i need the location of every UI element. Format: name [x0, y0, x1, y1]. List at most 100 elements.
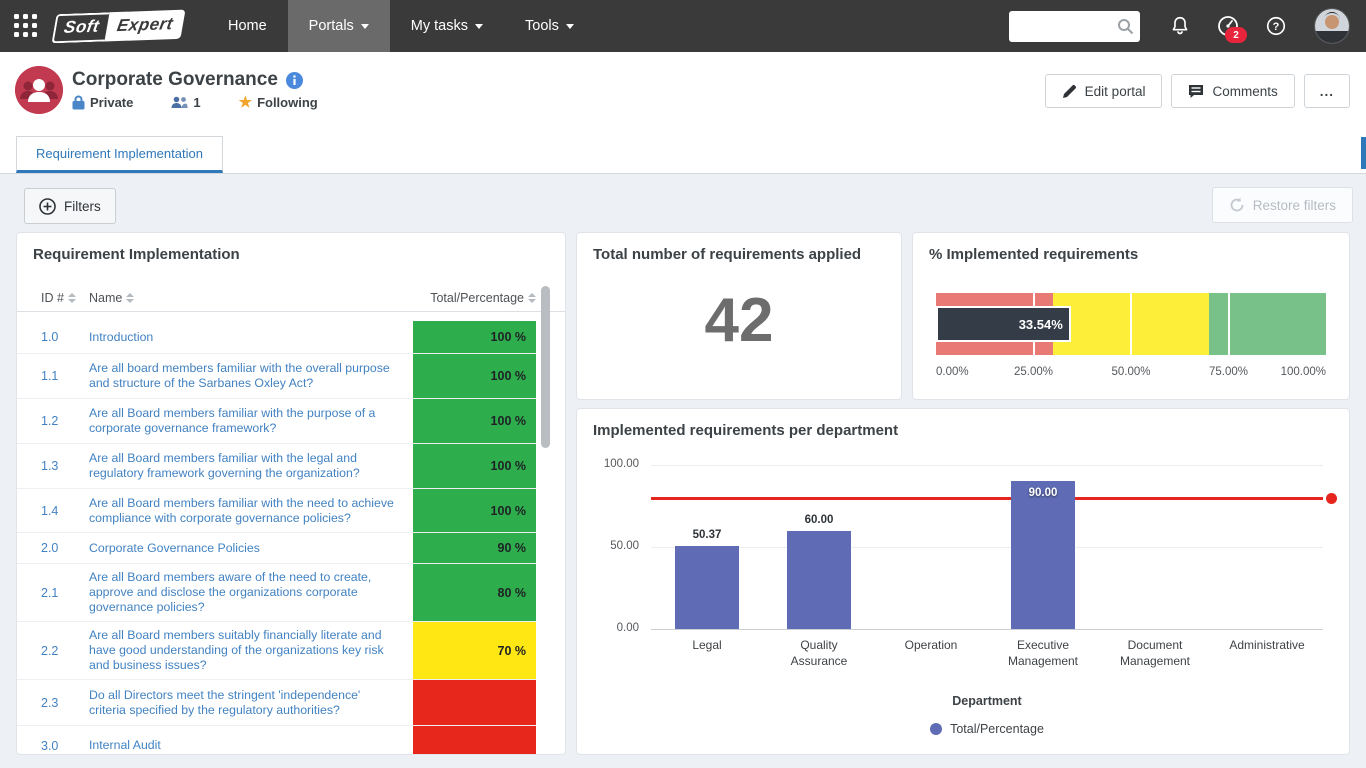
nav-item-tools[interactable]: Tools — [504, 0, 595, 52]
row-name-link[interactable]: Do all Directors meet the stringent 'ind… — [89, 683, 413, 723]
bullet-tick-label: 25.00% — [1014, 366, 1053, 378]
page-title: Corporate Governance — [72, 69, 278, 91]
nav-menu: Home Portals My tasks Tools — [207, 0, 595, 52]
bar-value-label: 90.00 — [998, 487, 1088, 499]
global-search — [1009, 11, 1140, 42]
row-name-link[interactable]: Internal Audit — [89, 733, 413, 755]
y-tick-label: 100.00 — [577, 458, 639, 470]
panel-edge-indicator — [1361, 137, 1366, 169]
portal-header: Corporate Governance Private 1 ★ Followi… — [0, 52, 1366, 174]
row-percentage-cell — [413, 726, 536, 755]
table-row[interactable]: 2.3Do all Directors meet the stringent '… — [17, 680, 536, 726]
bullet-value-label: 33.54% — [1019, 317, 1069, 332]
table-row[interactable]: 1.0Introduction100 % — [17, 321, 536, 354]
restore-filters-button[interactable]: Restore filters — [1212, 187, 1353, 223]
row-id-link[interactable]: 1.2 — [41, 414, 89, 428]
nav-item-my-tasks[interactable]: My tasks — [390, 0, 504, 52]
search-icon[interactable] — [1117, 18, 1134, 35]
column-header-name[interactable]: Name — [89, 291, 413, 305]
column-header-total-percentage[interactable]: Total/Percentage — [413, 291, 536, 305]
table-row[interactable]: 3.0Internal Audit — [17, 726, 536, 755]
edit-portal-button[interactable]: Edit portal — [1045, 74, 1163, 108]
tasks-count-badge: 2 — [1225, 27, 1247, 43]
restore-icon — [1229, 197, 1245, 213]
notifications-bell-icon[interactable] — [1168, 14, 1192, 38]
row-percentage-cell: 100 % — [413, 354, 536, 398]
more-options-button[interactable]: ... — [1304, 74, 1350, 108]
circle-plus-icon — [39, 198, 56, 215]
comments-button[interactable]: Comments — [1171, 74, 1294, 108]
row-id-link[interactable]: 3.0 — [41, 739, 89, 753]
row-id-link[interactable]: 1.4 — [41, 504, 89, 518]
row-percentage-cell: 70 % — [413, 622, 536, 679]
row-name-link[interactable]: Are all Board members familiar with the … — [89, 446, 413, 486]
bar-executive-management[interactable] — [1011, 481, 1075, 629]
row-name-link[interactable]: Are all Board members suitably financial… — [89, 623, 413, 678]
members-count[interactable]: 1 — [171, 95, 200, 110]
table-scrollbar[interactable] — [541, 286, 550, 448]
chevron-down-icon — [361, 24, 369, 29]
table-row[interactable]: 2.1Are all Board members aware of the ne… — [17, 564, 536, 622]
row-id-link[interactable]: 2.2 — [41, 644, 89, 658]
table-row[interactable]: 2.0Corporate Governance Policies90 % — [17, 533, 536, 564]
table-row[interactable]: 1.4Are all Board members familiar with t… — [17, 489, 536, 533]
table-row[interactable]: 1.2Are all Board members familiar with t… — [17, 399, 536, 444]
row-id-link[interactable]: 2.0 — [41, 541, 89, 555]
row-percentage-cell: 100 % — [413, 321, 536, 353]
following-toggle[interactable]: ★ Following — [239, 95, 318, 110]
app-root: Soft Expert Home Portals My tasks Tools — [0, 0, 1366, 768]
comment-icon — [1188, 84, 1204, 99]
user-avatar[interactable] — [1314, 8, 1350, 44]
y-tick-label: 50.00 — [577, 540, 639, 552]
table-row[interactable]: 2.2Are all Board members suitably financ… — [17, 622, 536, 680]
portal-avatar — [15, 66, 63, 114]
svg-text:?: ? — [1273, 21, 1280, 33]
x-category-label: Legal — [651, 637, 763, 653]
info-icon[interactable] — [286, 72, 303, 89]
row-name-link[interactable]: Are all Board members aware of the need … — [89, 565, 413, 620]
bullet-tick-label: 75.00% — [1209, 366, 1248, 378]
bullet-gridline — [1228, 293, 1230, 355]
tab-requirement-implementation[interactable]: Requirement Implementation — [16, 136, 223, 173]
app-grid-icon[interactable] — [14, 14, 38, 38]
legend-label: Total/Percentage — [950, 722, 1044, 736]
y-gridline — [651, 547, 1323, 548]
row-percentage-cell — [413, 680, 536, 725]
nav-item-portals[interactable]: Portals — [288, 0, 390, 52]
table-row[interactable]: 1.1Are all board members familiar with t… — [17, 354, 536, 399]
bar-quality-assurance[interactable] — [787, 531, 851, 629]
column-header-id[interactable]: ID # — [41, 291, 89, 305]
top-navbar: Soft Expert Home Portals My tasks Tools — [0, 0, 1366, 52]
bar-legal[interactable] — [675, 546, 739, 629]
row-percentage-cell: 100 % — [413, 489, 536, 532]
x-axis-title: Department — [651, 694, 1323, 708]
row-id-link[interactable]: 1.1 — [41, 369, 89, 383]
logo-part-soft: Soft — [51, 12, 109, 43]
row-name-link[interactable]: Introduction — [89, 325, 413, 350]
row-id-link[interactable]: 2.3 — [41, 696, 89, 710]
table-header: ID # Name Total/Percentage — [17, 285, 565, 311]
help-icon[interactable]: ? — [1264, 14, 1288, 38]
target-line — [651, 497, 1323, 500]
sort-icon — [68, 293, 76, 303]
row-name-link[interactable]: Are all board members familiar with the … — [89, 356, 413, 396]
row-name-link[interactable]: Are all Board members familiar with the … — [89, 401, 413, 441]
row-name-link[interactable]: Corporate Governance Policies — [89, 536, 413, 561]
row-id-link[interactable]: 2.1 — [41, 586, 89, 600]
row-id-link[interactable]: 1.3 — [41, 459, 89, 473]
softexpert-logo[interactable]: Soft Expert — [54, 9, 184, 42]
table-row[interactable]: 1.3Are all Board members familiar with t… — [17, 444, 536, 489]
x-category-label: Administrative — [1211, 637, 1323, 653]
pending-tasks-gauge-icon[interactable]: 2 — [1216, 14, 1240, 38]
total-requirements-card: Total number of requirements applied 42 — [576, 232, 902, 400]
nav-item-home[interactable]: Home — [207, 0, 288, 52]
bullet-measure-bar: 33.54% — [936, 306, 1071, 342]
card-title: % Implemented requirements — [929, 246, 1138, 263]
row-id-link[interactable]: 1.0 — [41, 330, 89, 344]
row-percentage-cell: 90 % — [413, 533, 536, 563]
nav-right-cluster: 2 ? — [1009, 0, 1366, 52]
row-percentage-cell: 100 % — [413, 444, 536, 488]
row-name-link[interactable]: Are all Board members familiar with the … — [89, 491, 413, 531]
total-requirements-value: 42 — [577, 285, 901, 356]
filters-button[interactable]: Filters — [24, 188, 116, 224]
